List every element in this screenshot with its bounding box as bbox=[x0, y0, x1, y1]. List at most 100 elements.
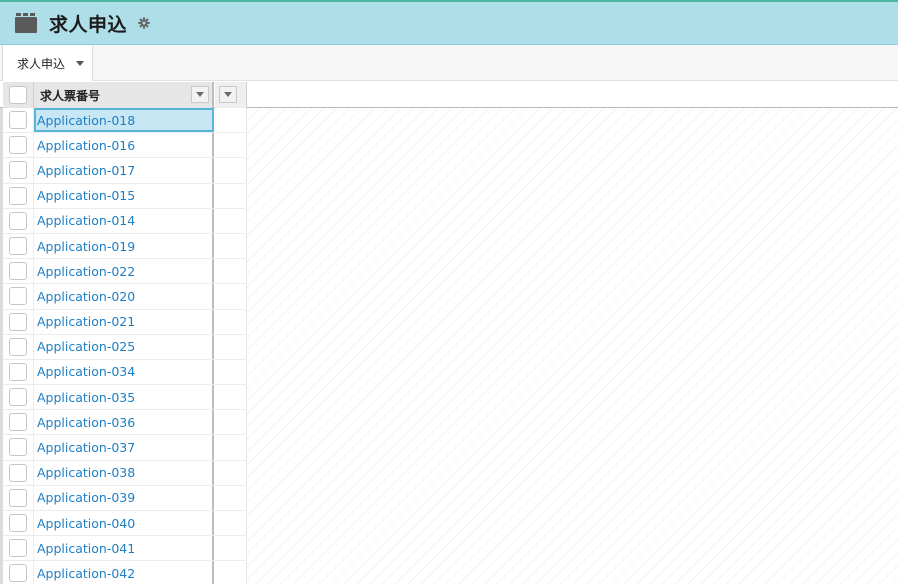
application-link[interactable]: Application-021 bbox=[37, 314, 135, 329]
application-link[interactable]: Application-036 bbox=[37, 415, 135, 430]
column-header-job-number[interactable]: 求人票番号 bbox=[34, 82, 214, 108]
job-number-cell[interactable]: Application-014 bbox=[34, 208, 214, 233]
row-checkbox[interactable] bbox=[9, 111, 27, 129]
application-link[interactable]: Application-017 bbox=[37, 163, 135, 178]
table-row[interactable]: Application-016 bbox=[3, 133, 247, 159]
row-select-cell bbox=[3, 108, 34, 133]
table-row[interactable]: Application-022 bbox=[3, 259, 247, 285]
job-number-cell[interactable]: Application-039 bbox=[34, 485, 214, 510]
row-checkbox[interactable] bbox=[9, 413, 27, 432]
row-checkbox[interactable] bbox=[9, 236, 27, 255]
application-link[interactable]: Application-025 bbox=[37, 339, 135, 354]
job-number-cell[interactable]: Application-020 bbox=[34, 284, 214, 309]
empty-cell bbox=[215, 208, 247, 233]
application-link[interactable]: Application-038 bbox=[37, 465, 135, 480]
job-number-cell[interactable]: Application-015 bbox=[34, 183, 214, 208]
row-checkbox[interactable] bbox=[9, 337, 27, 356]
application-link[interactable]: Application-016 bbox=[37, 138, 135, 153]
table-row[interactable]: Application-019 bbox=[3, 233, 247, 260]
app-header: 求人申込 bbox=[0, 0, 898, 45]
table-row[interactable]: Application-014 bbox=[3, 208, 247, 234]
empty-cell bbox=[215, 334, 247, 359]
table-row[interactable]: Application-035 bbox=[3, 385, 247, 411]
job-number-cell[interactable]: Application-037 bbox=[34, 435, 214, 460]
application-link[interactable]: Application-040 bbox=[37, 516, 135, 531]
row-select-cell bbox=[3, 359, 34, 385]
empty-cell bbox=[215, 435, 247, 460]
add-column-menu-button[interactable] bbox=[219, 86, 237, 103]
row-checkbox[interactable] bbox=[9, 514, 27, 532]
grid-body: Application-018 Application-016 Applicatio… bbox=[0, 108, 898, 584]
job-number-cell[interactable]: Application-025 bbox=[34, 334, 214, 359]
job-number-cell[interactable]: Application-018 bbox=[34, 108, 214, 133]
application-link[interactable]: Application-020 bbox=[37, 289, 135, 304]
application-link[interactable]: Application-015 bbox=[37, 188, 135, 203]
table-row[interactable]: Application-025 bbox=[3, 334, 247, 360]
table-row[interactable]: Application-036 bbox=[3, 410, 247, 436]
row-checkbox[interactable] bbox=[9, 262, 27, 281]
application-link[interactable]: Application-014 bbox=[37, 213, 135, 228]
row-checkbox[interactable] bbox=[9, 463, 27, 482]
job-number-cell[interactable]: Application-040 bbox=[34, 511, 214, 536]
row-checkbox[interactable] bbox=[9, 312, 27, 331]
application-link[interactable]: Application-042 bbox=[37, 566, 135, 581]
job-number-cell[interactable]: Application-042 bbox=[34, 561, 214, 584]
empty-cell bbox=[215, 183, 247, 208]
application-link[interactable]: Application-035 bbox=[37, 390, 135, 405]
job-number-cell[interactable]: Application-036 bbox=[34, 410, 214, 435]
row-select-cell bbox=[3, 410, 34, 435]
chevron-down-icon bbox=[224, 92, 232, 97]
empty-cell bbox=[215, 485, 247, 510]
job-number-cell[interactable]: Application-035 bbox=[34, 385, 214, 410]
row-checkbox[interactable] bbox=[9, 287, 27, 306]
row-select-cell bbox=[3, 309, 34, 334]
gear-icon[interactable] bbox=[137, 16, 151, 30]
application-link[interactable]: Application-018 bbox=[37, 113, 135, 128]
table-row[interactable]: Application-020 bbox=[3, 284, 247, 310]
table-row[interactable]: Application-039 bbox=[3, 485, 247, 511]
column-menu-button[interactable] bbox=[191, 86, 209, 103]
row-checkbox[interactable] bbox=[9, 388, 27, 407]
table-row[interactable]: Application-018 bbox=[3, 108, 247, 134]
application-link[interactable]: Application-019 bbox=[37, 239, 135, 254]
chevron-down-icon[interactable] bbox=[76, 60, 85, 66]
table-row[interactable]: Application-015 bbox=[3, 183, 247, 209]
table-row[interactable]: Application-021 bbox=[3, 309, 247, 335]
view-tab-label: 求人申込 bbox=[17, 56, 66, 71]
row-checkbox[interactable] bbox=[9, 186, 27, 205]
application-link[interactable]: Application-034 bbox=[37, 364, 135, 379]
table-row[interactable]: Application-042 bbox=[3, 561, 247, 584]
table-row[interactable]: Application-017 bbox=[3, 158, 247, 184]
row-select-cell bbox=[3, 183, 34, 208]
job-number-cell[interactable]: Application-021 bbox=[34, 309, 214, 334]
row-checkbox[interactable] bbox=[9, 362, 27, 381]
job-number-cell[interactable]: Application-038 bbox=[34, 460, 214, 485]
row-checkbox[interactable] bbox=[9, 211, 27, 230]
job-number-cell[interactable]: Application-034 bbox=[34, 359, 214, 385]
row-select-cell bbox=[3, 485, 34, 510]
table-row[interactable]: Application-040 bbox=[3, 511, 247, 537]
application-link[interactable]: Application-037 bbox=[37, 440, 135, 455]
select-all-checkbox[interactable] bbox=[9, 86, 27, 104]
application-link[interactable]: Application-039 bbox=[37, 490, 135, 505]
application-link[interactable]: Application-022 bbox=[37, 264, 135, 279]
row-checkbox[interactable] bbox=[9, 488, 27, 507]
row-checkbox[interactable] bbox=[9, 564, 27, 583]
view-tab-job-applications[interactable]: 求人申込 bbox=[2, 45, 93, 81]
table-row[interactable]: Application-034 bbox=[3, 359, 247, 386]
table-row[interactable]: Application-041 bbox=[3, 536, 247, 562]
job-number-cell[interactable]: Application-017 bbox=[34, 158, 214, 183]
table-row[interactable]: Application-037 bbox=[3, 435, 247, 461]
page-title: 求人申込 bbox=[49, 13, 128, 36]
job-number-cell[interactable]: Application-022 bbox=[34, 259, 214, 284]
table-row[interactable]: Application-038 bbox=[3, 460, 247, 486]
row-checkbox[interactable] bbox=[9, 136, 27, 155]
job-number-cell[interactable]: Application-019 bbox=[34, 233, 214, 259]
row-checkbox[interactable] bbox=[9, 539, 27, 558]
job-number-cell[interactable]: Application-016 bbox=[34, 133, 214, 158]
row-checkbox[interactable] bbox=[9, 438, 27, 457]
empty-cell bbox=[215, 410, 247, 435]
application-link[interactable]: Application-041 bbox=[37, 541, 135, 556]
job-number-cell[interactable]: Application-041 bbox=[34, 536, 214, 561]
row-checkbox[interactable] bbox=[9, 161, 27, 180]
